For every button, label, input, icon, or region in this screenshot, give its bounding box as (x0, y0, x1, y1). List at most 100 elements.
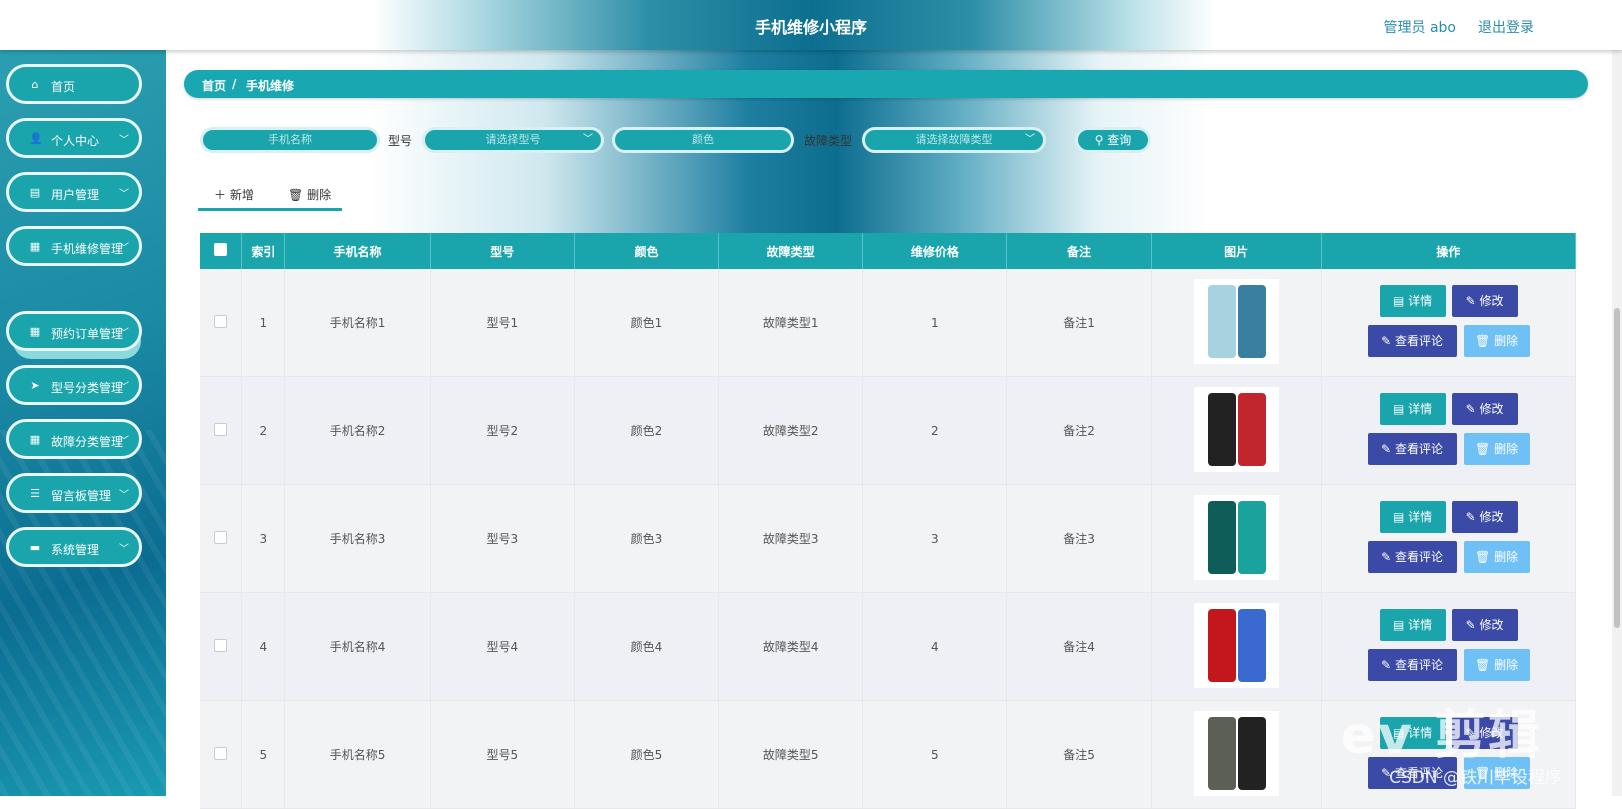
detail-button[interactable]: ▤ 详情 (1379, 501, 1446, 533)
phone-image (1193, 602, 1279, 688)
cell-model: 型号5 (430, 700, 575, 809)
delete-button[interactable]: 🗑 删除 (1463, 325, 1530, 357)
row-checkbox[interactable] (214, 422, 228, 436)
cell-color: 颜色5 (574, 700, 720, 809)
row-checkbox[interactable] (214, 530, 228, 544)
breadcrumb-home[interactable]: 首页 (202, 77, 226, 94)
select-all-checkbox[interactable] (214, 243, 228, 256)
sidebar-item-home[interactable]: ⌂ 首页 (6, 64, 142, 104)
fault-type-label: 故障类型 (804, 134, 853, 148)
grid-icon: ▦ (29, 325, 41, 338)
document-icon: ▤ (1392, 402, 1405, 416)
edit-button-label: 修改 (1479, 618, 1504, 632)
pencil-icon: ✎ (1465, 618, 1476, 632)
row-actions: ▤ 详情 ✎ 修改 ✎ 查看评论 🗑 删除 (1322, 269, 1575, 376)
admin-user[interactable]: 管理员 abo (1384, 17, 1456, 37)
row-checkbox[interactable] (214, 314, 228, 328)
cell-fault-type: 故障类型2 (718, 376, 864, 485)
phone-body-shape (1237, 500, 1266, 574)
edit-button-label: 修改 (1479, 402, 1504, 416)
color-input[interactable]: 颜色 (612, 127, 794, 153)
row-select-cell[interactable] (200, 376, 243, 485)
pencil-icon: ✎ (1381, 658, 1392, 672)
model-select[interactable]: 请选择型号 ﹀ (422, 127, 604, 153)
row-select-cell[interactable] (200, 484, 243, 593)
main-content: 首页 / 手机维修 手机名称 型号 请选择型号 ﹀ 颜色 故障类型 请选择故障类… (166, 50, 1622, 809)
cell-note: 备注4 (1006, 592, 1152, 701)
cell-image (1151, 700, 1322, 809)
view-reviews-button[interactable]: ✎ 查看评论 (1367, 325, 1457, 357)
sidebar-item-model-category[interactable]: ➤ 型号分类管理 ﹀ (6, 365, 142, 405)
view-reviews-button[interactable]: ✎ 查看评论 (1367, 541, 1457, 573)
cell-fault-type: 故障类型5 (718, 700, 864, 809)
query-button[interactable]: ⚲ 查询 (1075, 127, 1151, 153)
pencil-icon: ✎ (1381, 550, 1392, 564)
cell-color: 颜色1 (574, 269, 720, 377)
fault-type-select[interactable]: 请选择故障类型 ﹀ (862, 127, 1046, 153)
sidebar-item-fault-category[interactable]: ▦ 故障分类管理 ﹀ (6, 419, 142, 459)
row-select-cell[interactable] (200, 700, 243, 809)
row-actions: ▤ 详情 ✎ 修改 ✎ 查看评论 🗑 删除 (1322, 377, 1575, 484)
app-title: 手机维修小程序 (754, 18, 867, 37)
phone-body-shape (1207, 500, 1236, 574)
view-reviews-button[interactable]: ✎ 查看评论 (1367, 649, 1457, 681)
delete-button-label: 删除 (1494, 658, 1519, 672)
trash-icon: 🗑 (1475, 550, 1491, 564)
sidebar-item-label: 用户管理 (51, 188, 100, 202)
sidebar-item-system-management[interactable]: ▬ 系统管理 ﹀ (6, 527, 142, 567)
sidebar-item-order-management[interactable]: ▦ 预约订单管理 ﹀ (6, 311, 142, 351)
phone-name-input[interactable]: 手机名称 (200, 127, 380, 153)
detail-button[interactable]: ▤ 详情 (1379, 609, 1446, 641)
col-note: 备注 (1006, 233, 1152, 269)
sidebar-item-message-board[interactable]: ☰ 留言板管理 ﹀ (6, 473, 142, 513)
row-select-cell[interactable] (200, 592, 243, 701)
edit-button[interactable]: ✎ 修改 (1451, 501, 1518, 533)
sidebar-item-label: 系统管理 (51, 543, 100, 557)
view-reviews-button[interactable]: ✎ 查看评论 (1367, 433, 1457, 465)
cell-color: 颜色3 (574, 484, 720, 593)
select-all-header[interactable] (200, 233, 243, 269)
document-icon: ▤ (1392, 294, 1405, 308)
bulk-delete-button[interactable]: 🗑 删除 (288, 186, 331, 203)
phone-body-shape (1207, 392, 1236, 466)
delete-button[interactable]: 🗑 删除 (1463, 649, 1530, 681)
cell-phone-name: 手机名称5 (284, 700, 431, 809)
scrollbar-thumb[interactable] (1614, 308, 1620, 628)
edit-button[interactable]: ✎ 修改 (1451, 393, 1518, 425)
sidebar-item-personal-center[interactable]: 👤 个人中心 ﹀ (6, 118, 142, 158)
cell-phone-name: 手机名称4 (284, 592, 431, 701)
row-checkbox[interactable] (214, 638, 228, 652)
view-reviews-label: 查看评论 (1394, 334, 1443, 348)
add-button[interactable]: ＋ 新增 (214, 186, 254, 203)
chevron-down-icon: ﹀ (583, 134, 593, 145)
bulk-delete-label: 删除 (307, 188, 332, 202)
page-scrollbar[interactable] (1612, 50, 1622, 796)
detail-button[interactable]: ▤ 详情 (1379, 285, 1446, 317)
query-button-label: 查询 (1107, 133, 1132, 147)
fault-type-select-value: 请选择故障类型 (915, 133, 993, 146)
delete-button[interactable]: 🗑 删除 (1463, 433, 1530, 465)
menu-icon: ☰ (30, 487, 40, 500)
sidebar-item-user-management[interactable]: ▤ 用户管理 ﹀ (6, 172, 142, 212)
row-select-cell[interactable] (200, 269, 243, 377)
phone-body-shape (1207, 608, 1236, 682)
delete-button[interactable]: 🗑 删除 (1463, 541, 1530, 573)
pencil-icon: ✎ (1381, 442, 1392, 456)
sidebar-item-phone-repair-management[interactable]: ▦ 手机维修管理 ﹀ (6, 226, 142, 266)
phone-image (1193, 710, 1279, 796)
detail-button[interactable]: ▤ 详情 (1379, 393, 1446, 425)
trash-icon: 🗑 (1475, 334, 1491, 348)
breadcrumb: 首页 / 手机维修 (184, 70, 1588, 98)
cell-model: 型号3 (430, 484, 575, 593)
cell-model: 型号2 (430, 376, 575, 485)
edit-button[interactable]: ✎ 修改 (1451, 285, 1518, 317)
detail-button-label: 详情 (1408, 402, 1433, 416)
row-checkbox[interactable] (214, 746, 228, 760)
chevron-down-icon: ﹀ (119, 189, 129, 200)
chevron-down-icon: ﹀ (119, 135, 129, 146)
sidebar-item-label: 个人中心 (51, 134, 100, 148)
edit-button[interactable]: ✎ 修改 (1451, 609, 1518, 641)
document-icon: ▤ (1392, 510, 1405, 524)
logout-link[interactable]: 退出登录 (1478, 17, 1534, 37)
pencil-icon: ✎ (1465, 294, 1476, 308)
